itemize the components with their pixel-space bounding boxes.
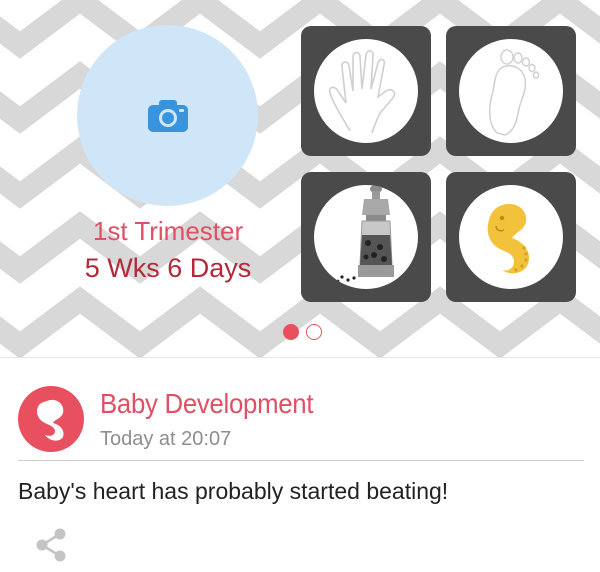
tile-size-comparison[interactable] [301,172,431,302]
card-message: Baby's heart has probably started beatin… [18,478,449,504]
card-title: Baby Development [100,388,314,419]
share-icon[interactable] [32,526,70,564]
page-indicator [280,322,330,342]
fetus-icon [37,399,64,441]
avatar [18,386,84,452]
pepper-grinder-icon [336,185,394,283]
fetus-icon [487,203,530,274]
hero-section: 1st Trimester 5 Wks 6 Days [0,0,600,358]
card-divider [18,460,584,461]
hand-icon [328,50,396,134]
pregnancy-age-label: 5 Wks 6 Days [84,253,252,283]
foot-icon [489,49,540,136]
baby-development-card: Baby Development Today at 20:07 [0,378,600,458]
trimester-label: 1st Trimester [92,216,244,246]
tile-footprint[interactable] [446,26,576,156]
camera-icon [147,99,188,132]
tile-handprint[interactable] [301,26,431,156]
card-timestamp: Today at 20:07 [100,428,232,450]
add-photo-button[interactable] [77,25,258,206]
page-dot-inactive[interactable] [306,324,322,340]
tile-fetus[interactable] [446,172,576,302]
page-dot-active[interactable] [283,324,299,340]
